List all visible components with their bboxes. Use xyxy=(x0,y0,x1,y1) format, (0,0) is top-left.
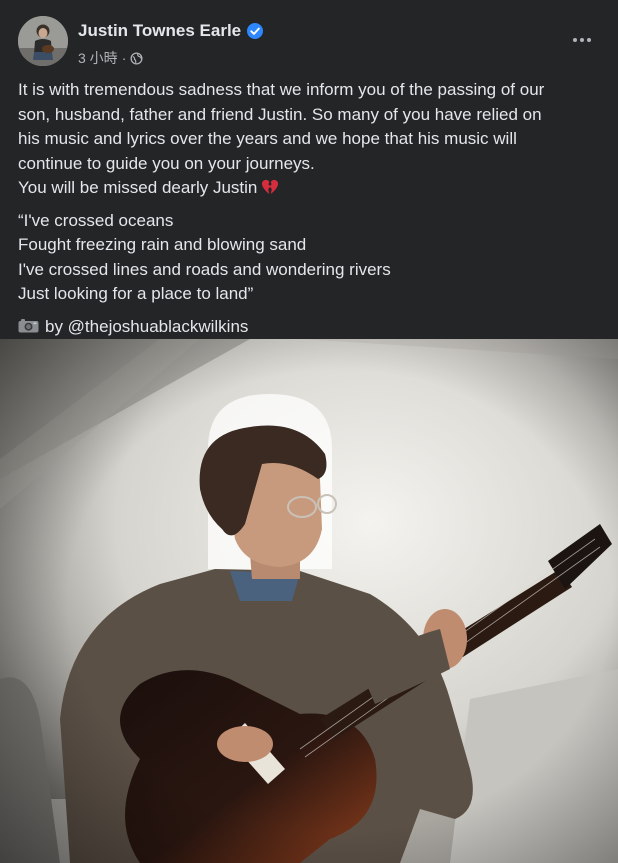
avatar[interactable] xyxy=(18,16,68,66)
message-line: continue to guide you on your journeys. xyxy=(18,153,315,173)
ellipsis-dot xyxy=(587,38,591,42)
post-meta: 3 小時 · xyxy=(78,48,143,68)
message-line: son, husband, father and friend Justin. … xyxy=(18,104,542,124)
ellipsis-dot xyxy=(580,38,584,42)
broken-heart-icon xyxy=(262,179,279,194)
lyric-line: Just looking for a place to land” xyxy=(18,284,254,303)
more-options-button[interactable] xyxy=(566,28,598,52)
ellipsis-icon xyxy=(573,38,577,42)
post-timestamp[interactable]: 3 小時 xyxy=(78,48,118,68)
meta-separator: · xyxy=(121,50,127,66)
facebook-post: Justin Townes Earle 3 小時 · It is with tr… xyxy=(0,0,618,863)
missed-line: You will be missed dearly Justin xyxy=(18,176,608,201)
credit-paragraph: by @thejoshuablackwilkins xyxy=(18,315,608,340)
camera-icon xyxy=(18,318,39,332)
photo-credit-line: by @thejoshuablackwilkins xyxy=(18,315,608,340)
post-photo[interactable] xyxy=(0,339,618,863)
lyric-line: Fought freezing rain and blowing sand xyxy=(18,235,307,254)
post-message: It is with tremendous sadness that we in… xyxy=(18,78,608,339)
photo-man-playing-guitar xyxy=(0,339,618,863)
message-line: It is with tremendous sadness that we in… xyxy=(18,80,545,99)
author-name[interactable]: Justin Townes Earle xyxy=(78,21,241,41)
photo-credit[interactable]: by @thejoshuablackwilkins xyxy=(45,317,248,336)
post-header: Justin Townes Earle 3 小時 · xyxy=(18,16,600,68)
lyric-line: “I've crossed oceans xyxy=(18,210,174,230)
message-line: his music and lyrics over the years and … xyxy=(18,129,517,148)
lyrics-paragraph: “I've crossed oceans Fought freezing rai… xyxy=(18,209,608,307)
message-paragraph: It is with tremendous sadness that we in… xyxy=(18,78,608,201)
avatar-photo xyxy=(18,16,68,66)
author-row: Justin Townes Earle xyxy=(78,21,264,41)
globe-icon[interactable] xyxy=(130,51,143,65)
lyric-line: I've crossed lines and roads and wonderi… xyxy=(18,259,391,279)
missed-text: You will be missed dearly Justin xyxy=(18,178,258,197)
verified-badge-icon xyxy=(247,23,264,39)
